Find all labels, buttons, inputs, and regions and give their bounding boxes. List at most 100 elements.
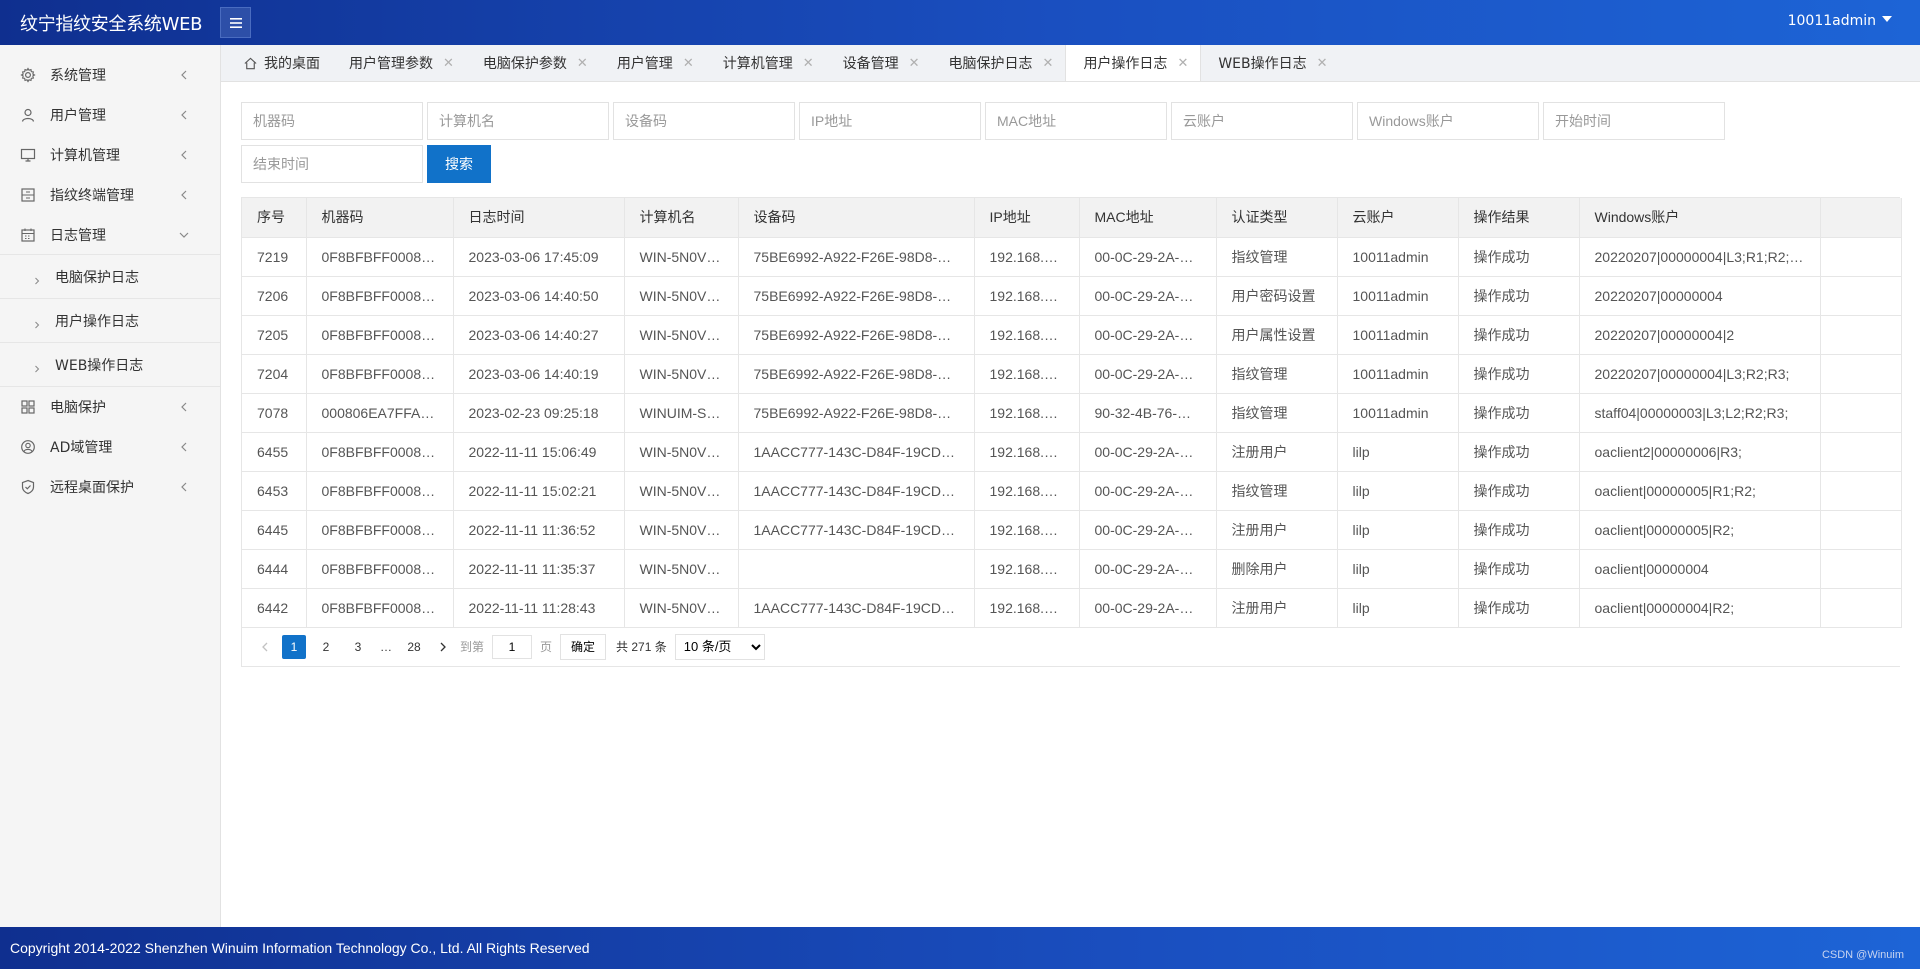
table-cell: 192.168.… [974,510,1080,550]
table-cell: 192.168.… [974,315,1080,355]
page-size-select[interactable]: 10 条/页 [674,633,765,660]
goto-confirm-button[interactable]: 确定 [560,633,607,660]
mac-address-input[interactable] [985,102,1167,140]
cloud-account-input[interactable] [1171,102,1353,140]
tab-user-mgmt[interactable]: 用户管理 ✕ [600,45,706,81]
page-button[interactable]: 1 [282,634,306,659]
goto-page-input[interactable] [492,634,533,659]
table-cell-spacer [1820,393,1902,433]
footer: Copyright 2014-2022 Shenzhen Winuim Info… [0,927,1920,969]
next-page-button[interactable] [434,638,452,656]
search-button[interactable]: 搜索 [427,145,491,183]
page-button[interactable]: 2 [314,635,338,659]
table-cell: lilp [1337,432,1459,472]
table-row[interactable]: 6455 0F8BFBFF0008… 2022-11-11 15:06:49 WIN-… [242,432,1902,472]
sidebar-item-users[interactable]: 用户管理 [0,95,220,135]
sidebar-subitem-label: 电脑保护日志 [55,269,139,286]
table-row[interactable]: 7204 0F8BFBFF0008… 2023-03-06 14:40:19 WIN-… [242,354,1902,394]
machine-code-input[interactable] [241,102,423,140]
table-row[interactable]: 7078 000806EA7FFA… 2023-02-23 09:25:18 WINU… [242,393,1902,433]
device-code-input[interactable] [613,102,795,140]
start-time-input[interactable] [1543,102,1725,140]
sidebar-item-terminals[interactable]: 指纹终端管理 [0,175,220,215]
column-header[interactable]: 设备码 [738,198,975,238]
close-icon[interactable]: ✕ [577,56,588,71]
chevron-left-icon [178,109,190,121]
tab-pc-protection-params[interactable]: 电脑保护参数 ✕ [466,45,600,81]
table-row[interactable]: 6442 0F8BFBFF0008… 2022-11-11 11:28:43 WIN-… [242,588,1902,628]
table-row[interactable]: 6444 0F8BFBFF0008… 2022-11-11 11:35:37 WIN-… [242,549,1902,589]
sidebar-item-remote-desktop[interactable]: 远程桌面保护 [0,467,220,507]
table-cell: WIN-5N0V… [624,510,739,550]
prev-page-button[interactable] [256,638,274,656]
windows-account-input[interactable] [1357,102,1539,140]
tab-computer-mgmt[interactable]: 计算机管理 ✕ [706,45,826,81]
chevron-right-icon [33,273,41,284]
close-icon[interactable]: ✕ [1043,56,1054,71]
tab-web-operation-log[interactable]: WEB操作日志 ✕ [1201,45,1339,81]
table-cell: 20220207|00000004|L3;R2;R3; [1579,354,1821,394]
table-row[interactable]: 7219 0F8BFBFF0008… 2023-03-06 17:45:09 WIN-… [242,237,1902,277]
computer-name-input[interactable] [427,102,609,140]
table-cell: 用户密码设置 [1216,276,1338,316]
table-row[interactable]: 6453 0F8BFBFF0008… 2022-11-11 15:02:21 WIN-… [242,471,1902,511]
sidebar-subitem-web-operation-log[interactable]: WEB操作日志 [0,343,220,387]
table-cell-spacer [1820,471,1902,511]
column-header[interactable]: 认证类型 [1216,198,1338,238]
column-header[interactable]: 日志时间 [453,198,625,238]
pagination: 1 2 3 … 28 到第 页 确定 共 271 条 10 条/页 [242,628,1900,666]
column-header[interactable]: 操作结果 [1458,198,1580,238]
app-title: 纹宁指纹安全系统WEB [20,13,203,35]
column-header[interactable]: 序号 [242,198,307,238]
table-row[interactable]: 7205 0F8BFBFF0008… 2023-03-06 14:40:27 WIN-… [242,315,1902,355]
close-icon[interactable]: ✕ [1317,56,1328,71]
table-cell: lilp [1337,588,1459,628]
end-time-input[interactable] [241,145,423,183]
column-header[interactable]: 计算机名 [624,198,739,238]
table-row[interactable]: 6445 0F8BFBFF0008… 2022-11-11 11:36:52 WIN-… [242,510,1902,550]
tab-user-operation-log[interactable]: 用户操作日志 ✕ [1065,45,1202,81]
tab-label: 用户管理 [616,56,673,72]
table-cell-spacer [1820,510,1902,550]
close-icon[interactable]: ✕ [1177,56,1188,71]
user-menu[interactable]: 10011admin [1788,13,1892,29]
tab-home[interactable]: 我的桌面 [226,45,332,81]
sidebar-item-logs[interactable]: 日志管理 [0,215,220,255]
ip-address-input[interactable] [799,102,981,140]
sidebar-item-system[interactable]: 系统管理 [0,55,220,95]
column-header[interactable]: 机器码 [306,198,454,238]
sidebar-item-label: AD域管理 [50,440,113,456]
tab-device-mgmt[interactable]: 设备管理 ✕ [826,45,932,81]
sidebar-subitem-label: 用户操作日志 [55,313,139,330]
table-cell: 10011admin [1337,393,1459,433]
table-cell: 指纹管理 [1216,471,1338,511]
page-button-last[interactable]: 28 [402,635,426,659]
page-ellipsis: … [380,639,392,654]
table-cell: 75BE6992-A922-F26E-98D8-… [738,393,975,433]
close-icon[interactable]: ✕ [909,56,920,71]
menu-toggle-button[interactable] [220,7,251,38]
column-header[interactable]: 云账户 [1337,198,1459,238]
column-header[interactable]: IP地址 [974,198,1080,238]
close-icon[interactable]: ✕ [443,56,454,71]
column-header[interactable]: MAC地址 [1079,198,1217,238]
close-icon[interactable]: ✕ [683,56,694,71]
table-cell: 10011admin [1337,315,1459,355]
sidebar-item-ad-domain[interactable]: AD域管理 [0,427,220,467]
table-cell: WIN-5N0V… [624,588,739,628]
table-cell: 操作成功 [1458,471,1580,511]
sidebar-subitem-user-operation-log[interactable]: 用户操作日志 [0,299,220,343]
tab-user-mgmt-params[interactable]: 用户管理参数 ✕ [332,45,466,81]
top-header: 纹宁指纹安全系统WEB 10011admin [0,0,1920,45]
column-header[interactable]: Windows账户 [1579,198,1821,238]
sidebar-subitem-pc-protection-log[interactable]: 电脑保护日志 [0,255,220,299]
table-cell: 0F8BFBFF0008… [306,549,454,589]
page-button[interactable]: 3 [346,635,370,659]
table-row[interactable]: 7206 0F8BFBFF0008… 2023-03-06 14:40:50 WIN-… [242,276,1902,316]
sidebar-item-pc-protection[interactable]: 电脑保护 [0,387,220,427]
close-icon[interactable]: ✕ [803,56,814,71]
user-icon [20,107,36,123]
tab-pc-protection-log[interactable]: 电脑保护日志 ✕ [932,45,1066,81]
table-cell: 0F8BFBFF0008… [306,354,454,394]
sidebar-item-computers[interactable]: 计算机管理 [0,135,220,175]
